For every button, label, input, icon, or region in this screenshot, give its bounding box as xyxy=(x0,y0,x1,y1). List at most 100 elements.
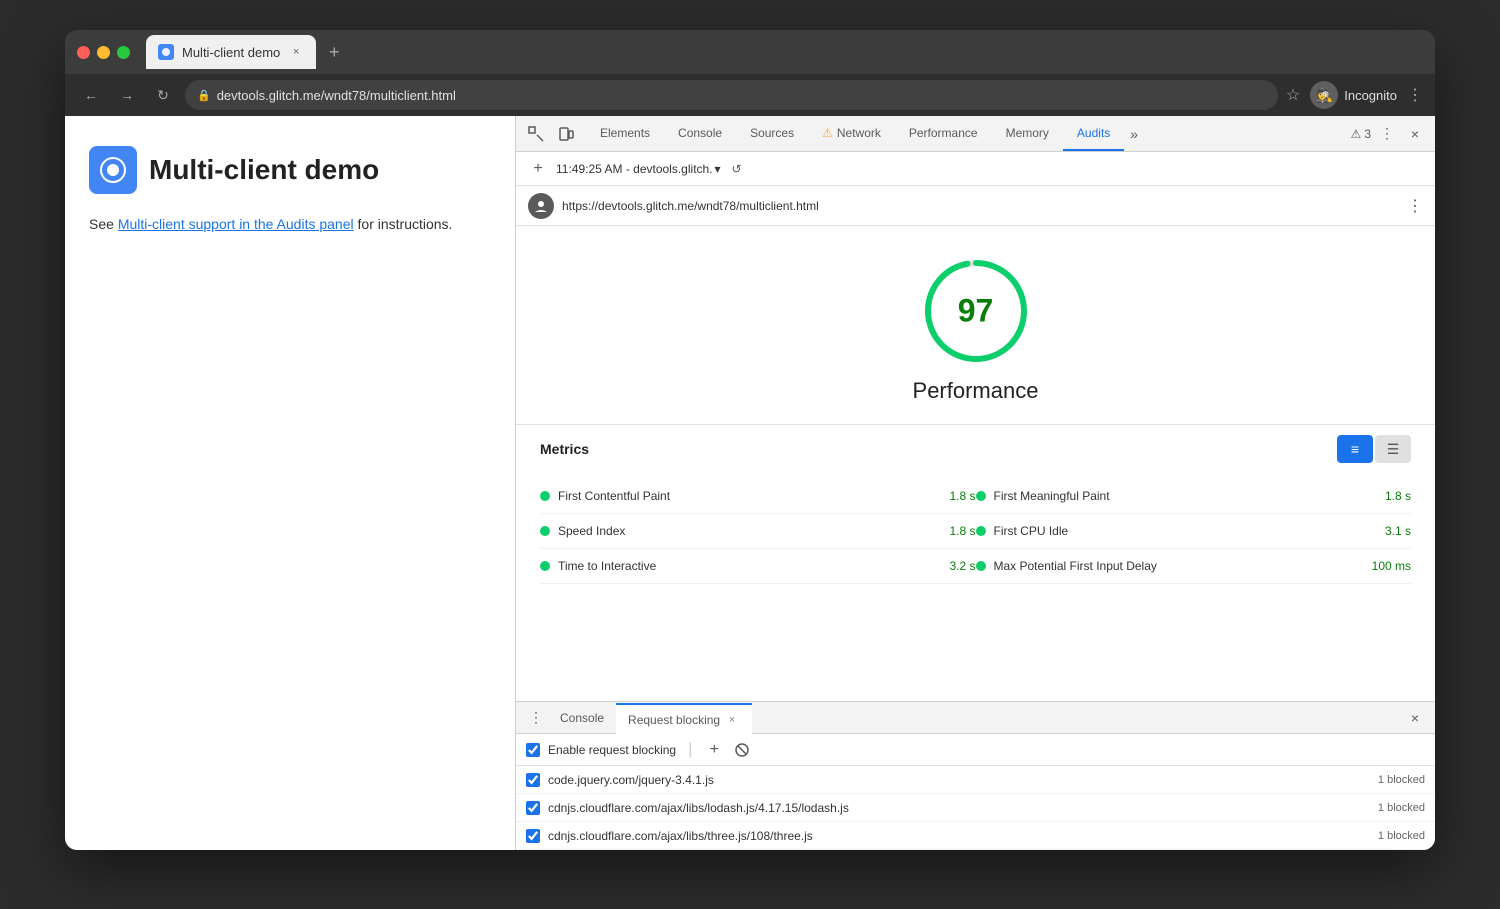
bottom-tab-menu-button[interactable]: ⋮ xyxy=(524,706,548,730)
tab-title: Multi-client demo xyxy=(182,45,280,60)
tab-close-button[interactable]: × xyxy=(288,44,304,60)
tab-sources[interactable]: Sources xyxy=(736,116,808,151)
audit-url-bar: https://devtools.glitch.me/wndt78/multic… xyxy=(516,186,1435,226)
bookmark-button[interactable]: ☆ xyxy=(1286,85,1300,105)
metrics-section: Metrics ≡ ☰ First Contentful Paint 1.8 s xyxy=(516,424,1435,604)
blocking-item-0: code.jquery.com/jquery-3.4.1.js 1 blocke… xyxy=(516,766,1435,794)
metrics-list-view-button[interactable]: ≡ xyxy=(1337,435,1373,463)
page-logo-icon xyxy=(89,146,137,194)
close-traffic-light[interactable] xyxy=(77,46,90,59)
tab-elements[interactable]: Elements xyxy=(586,116,664,151)
bottom-tab-console-label: Console xyxy=(560,711,604,725)
warning-count: 3 xyxy=(1364,127,1371,141)
audits-panel-link[interactable]: Multi-client support in the Audits panel xyxy=(118,216,354,232)
audit-avatar xyxy=(528,193,554,219)
blocking-item-1-checkbox[interactable] xyxy=(526,801,540,815)
metric-si-name: Speed Index xyxy=(558,524,941,538)
metric-fci-dot xyxy=(976,526,986,536)
bottom-tab-request-blocking[interactable]: Request blocking × xyxy=(616,703,752,734)
main-content: Multi-client demo See Multi-client suppo… xyxy=(65,116,1435,850)
performance-score-value: 97 xyxy=(958,293,994,330)
url-bar[interactable]: 🔒 devtools.glitch.me/wndt78/multiclient.… xyxy=(185,80,1278,110)
tab-network[interactable]: ⚠ Network xyxy=(808,116,895,151)
metrics-title: Metrics xyxy=(540,441,589,457)
metric-row-tti: Time to Interactive 3.2 s xyxy=(540,549,976,584)
audit-add-button[interactable]: + xyxy=(528,159,548,179)
metrics-detail-view-button[interactable]: ☰ xyxy=(1375,435,1411,463)
metric-mpfid-dot xyxy=(976,561,986,571)
metric-fmp-name: First Meaningful Paint xyxy=(994,489,1377,503)
minimize-traffic-light[interactable] xyxy=(97,46,110,59)
performance-label: Performance xyxy=(913,378,1039,404)
tab-performance[interactable]: Performance xyxy=(895,116,992,151)
blocking-item-0-checkbox[interactable] xyxy=(526,773,540,787)
audit-reload-button[interactable]: ↺ xyxy=(729,161,745,177)
metric-tti-name: Time to Interactive xyxy=(558,559,941,573)
audit-more-button[interactable]: ⋮ xyxy=(1407,196,1423,216)
metric-fcp-dot xyxy=(540,491,550,501)
audit-main: 97 Performance Metrics ≡ ☰ xyxy=(516,226,1435,701)
metric-fmp-dot xyxy=(976,491,986,501)
title-bar: Multi-client demo × + xyxy=(65,30,1435,74)
metric-row-fci: First CPU Idle 3.1 s xyxy=(976,514,1412,549)
metric-si-dot xyxy=(540,526,550,536)
metric-row-mpfid: Max Potential First Input Delay 100 ms xyxy=(976,549,1412,584)
add-pattern-button[interactable]: + xyxy=(704,740,724,760)
metric-fmp-value: 1.8 s xyxy=(1385,489,1411,503)
forward-button[interactable]: → xyxy=(113,81,141,109)
performance-score-circle: 97 xyxy=(921,256,1031,366)
lock-icon: 🔒 xyxy=(197,89,211,102)
address-bar: ← → ↻ 🔒 devtools.glitch.me/wndt78/multic… xyxy=(65,74,1435,116)
metrics-header: Metrics ≡ ☰ xyxy=(540,435,1411,463)
reload-button[interactable]: ↻ xyxy=(149,81,177,109)
tab-bar: Multi-client demo × + xyxy=(146,35,1423,69)
block-all-button[interactable] xyxy=(732,740,752,760)
maximize-traffic-light[interactable] xyxy=(117,46,130,59)
metric-mpfid-name: Max Potential First Input Delay xyxy=(994,559,1364,573)
blocking-item-0-url: code.jquery.com/jquery-3.4.1.js xyxy=(548,773,1370,787)
enable-request-blocking-checkbox[interactable] xyxy=(526,743,540,757)
devtools-close-button[interactable]: × xyxy=(1403,122,1427,146)
incognito-icon: 🕵 xyxy=(1310,81,1338,109)
bottom-tab-console[interactable]: Console xyxy=(548,702,616,733)
blocking-list: code.jquery.com/jquery-3.4.1.js 1 blocke… xyxy=(516,766,1435,850)
browser-window: Multi-client demo × + ← → ↻ 🔒 devtools.g… xyxy=(65,30,1435,850)
audit-session-dropdown[interactable]: 11:49:25 AM - devtools.glitch. ▾ xyxy=(556,162,721,176)
active-tab[interactable]: Multi-client demo × xyxy=(146,35,316,69)
blocking-item-1-url: cdnjs.cloudflare.com/ajax/libs/lodash.js… xyxy=(548,801,1370,815)
url-text: devtools.glitch.me/wndt78/multiclient.ht… xyxy=(217,88,456,103)
blocking-item-2-count: 1 blocked xyxy=(1378,830,1425,842)
metrics-view-toggle: ≡ ☰ xyxy=(1337,435,1411,463)
incognito-badge: 🕵 Incognito xyxy=(1310,81,1397,109)
back-button[interactable]: ← xyxy=(77,81,105,109)
page-logo: Multi-client demo xyxy=(89,146,491,194)
blocking-item-2-checkbox[interactable] xyxy=(526,829,540,843)
tab-audits[interactable]: Audits xyxy=(1063,116,1124,151)
audit-toolbar: + 11:49:25 AM - devtools.glitch. ▾ ↺ xyxy=(516,152,1435,186)
new-tab-button[interactable]: + xyxy=(320,38,348,66)
device-toolbar-button[interactable] xyxy=(554,122,578,146)
menu-button[interactable]: ⋮ xyxy=(1407,85,1423,105)
devtools-more-button[interactable]: ⋮ xyxy=(1375,122,1399,146)
network-warning-icon: ⚠ xyxy=(822,126,833,140)
bottom-tab-rb-label: Request blocking xyxy=(628,713,720,727)
blocking-item-2: cdnjs.cloudflare.com/ajax/libs/three.js/… xyxy=(516,822,1435,850)
bottom-tab-rb-close[interactable]: × xyxy=(724,712,740,728)
tab-console[interactable]: Console xyxy=(664,116,736,151)
traffic-lights xyxy=(77,46,130,59)
blocking-item-0-count: 1 blocked xyxy=(1378,774,1425,786)
audit-session: 11:49:25 AM - devtools.glitch. ▾ xyxy=(556,162,721,176)
bottom-tabs: ⋮ Console Request blocking × × xyxy=(516,702,1435,734)
metric-row-fmp: First Meaningful Paint 1.8 s xyxy=(976,479,1412,514)
devtools-tabs: Elements Console Sources ⚠ Network Perfo… xyxy=(586,116,1351,151)
tab-memory[interactable]: Memory xyxy=(992,116,1063,151)
blocking-item-1: cdnjs.cloudflare.com/ajax/libs/lodash.js… xyxy=(516,794,1435,822)
bottom-close-panel-button[interactable]: × xyxy=(1403,706,1427,730)
score-section: 97 Performance xyxy=(516,226,1435,424)
tab-favicon xyxy=(158,44,174,60)
tab-overflow-button[interactable]: » xyxy=(1124,126,1144,142)
metric-fci-value: 3.1 s xyxy=(1385,524,1411,538)
devtools-header: Elements Console Sources ⚠ Network Perfo… xyxy=(516,116,1435,152)
inspect-element-button[interactable] xyxy=(524,122,548,146)
page-title: Multi-client demo xyxy=(149,154,379,186)
